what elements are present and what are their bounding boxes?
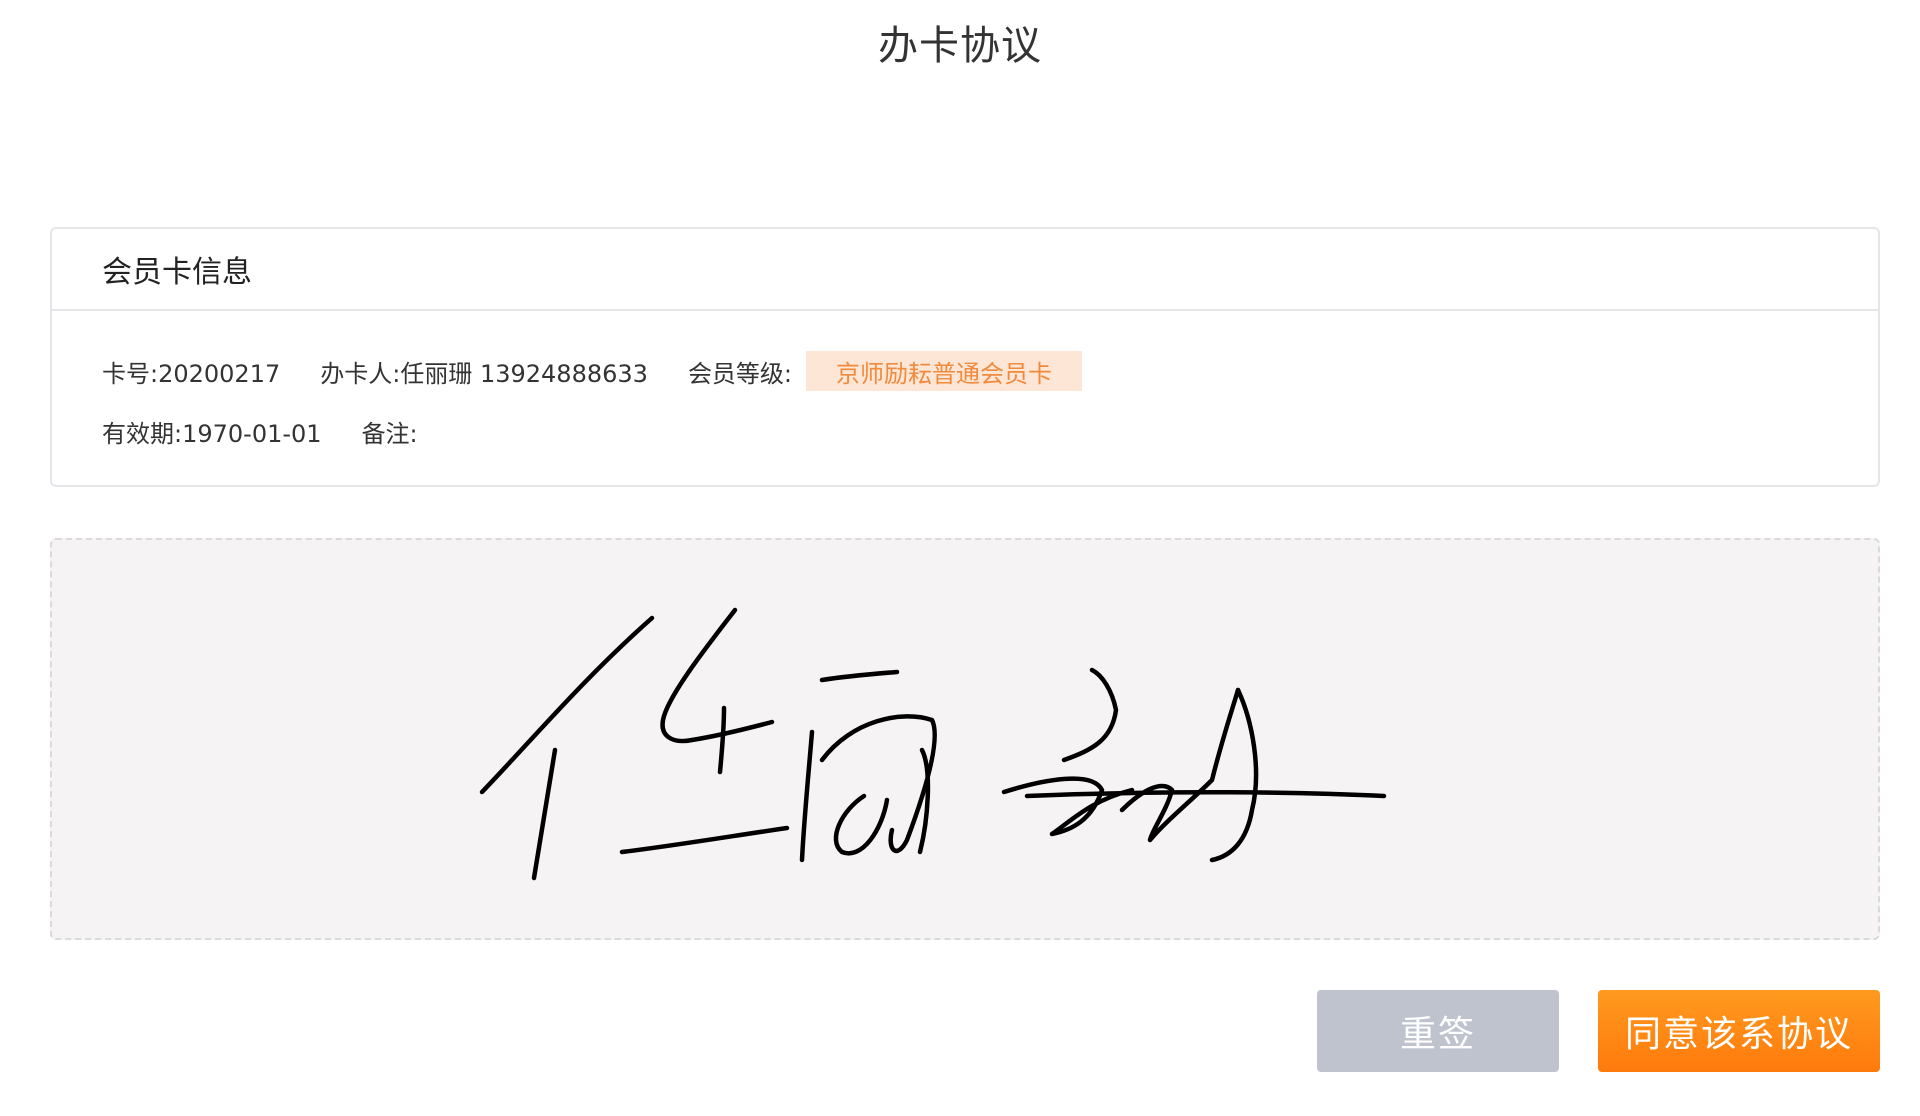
card-info-row-2: 有效期:1970-01-01 备注: (102, 411, 1878, 451)
member-level-badge: 京师励耘普通会员卡 (806, 351, 1083, 391)
member-level-label: 会员等级: (687, 359, 793, 388)
member-card-info-panel: 会员卡信息 卡号:20200217 办卡人:任丽珊 13924888633 会员… (50, 227, 1880, 487)
page-title: 办卡协议 (878, 23, 1042, 69)
card-info-body: 卡号:20200217 办卡人:任丽珊 13924888633 会员等级: 京师… (52, 311, 1878, 451)
card-number: 卡号:20200217 (102, 359, 281, 388)
remark-label: 备注: (361, 419, 418, 448)
card-info-header: 会员卡信息 (52, 229, 1878, 311)
validity-date: 有效期:1970-01-01 (102, 419, 322, 448)
card-agreement-page: 办卡协议 会员卡信息 卡号:20200217 办卡人:任丽珊 139248886… (0, 0, 1920, 1116)
card-info-row-1: 卡号:20200217 办卡人:任丽珊 13924888633 会员等级: 京师… (102, 351, 1878, 391)
handwritten-signature (479, 607, 1387, 881)
resign-button[interactable]: 重签 (1317, 990, 1559, 1072)
card-handler: 办卡人:任丽珊 13924888633 (320, 359, 648, 388)
signature-pad[interactable] (50, 538, 1880, 940)
agree-agreement-button[interactable]: 同意该系协议 (1598, 990, 1880, 1072)
